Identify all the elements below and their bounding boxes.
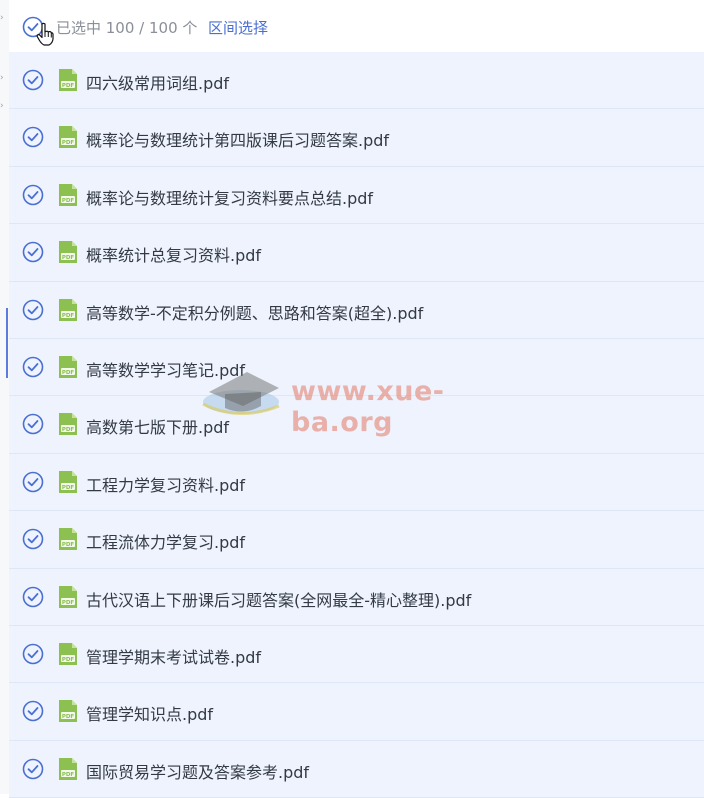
check-circle-icon: [22, 69, 44, 91]
file-row[interactable]: PDF 管理学期末考试试卷.pdf: [9, 625, 704, 684]
file-row[interactable]: PDF 工程力学复习资料.pdf: [9, 453, 704, 512]
file-name: 管理学期末考试试卷.pdf: [86, 647, 262, 667]
file-row[interactable]: PDF 古代汉语上下册课后习题答案(全网最全-精心整理).pdf: [9, 568, 704, 626]
pdf-file-icon: PDF: [59, 298, 77, 321]
check-circle-icon: [22, 586, 44, 607]
svg-text:PDF: PDF: [62, 255, 75, 261]
pdf-file-icon: PDF: [59, 528, 77, 551]
row-checkbox[interactable]: [22, 241, 44, 267]
svg-text:PDF: PDF: [62, 198, 75, 204]
file-name: 高数第七版下册.pdf: [86, 418, 230, 438]
row-checkbox[interactable]: [22, 184, 44, 210]
file-list: PDF 四六级常用词组.pdf PDF 概率论与数理统计第四版课后习题答案.pdf PD…: [9, 52, 704, 798]
file-row[interactable]: PDF 高等数学学习笔记.pdf: [9, 338, 704, 397]
check-circle-icon: [22, 758, 44, 779]
check-circle-icon: [22, 471, 44, 493]
file-row[interactable]: PDF 概率论与数理统计第四版课后习题答案.pdf: [9, 109, 704, 167]
pdf-file-icon: PDF: [59, 241, 77, 264]
file-name: 概率论与数理统计复习资料要点总结.pdf: [86, 188, 374, 208]
file-row[interactable]: PDF 四六级常用词组.pdf: [9, 52, 704, 110]
row-checkbox[interactable]: [22, 586, 44, 612]
svg-text:PDF: PDF: [62, 312, 75, 318]
svg-text:PDF: PDF: [62, 599, 75, 605]
file-row[interactable]: PDF 国际贸易学习题及答案参考.pdf: [9, 740, 704, 798]
svg-text:PDF: PDF: [62, 83, 75, 89]
pdf-file-icon: PDF: [59, 183, 77, 206]
file-name: 高等数学学习笔记.pdf: [86, 360, 246, 380]
pdf-file-icon: PDF: [59, 757, 77, 780]
row-checkbox[interactable]: [22, 299, 44, 325]
file-name: 概率论与数理统计第四版课后习题答案.pdf: [86, 131, 390, 151]
check-circle-icon: [22, 184, 44, 206]
file-row[interactable]: PDF 概率论与数理统计复习资料要点总结.pdf: [9, 166, 704, 225]
file-name: 管理学知识点.pdf: [86, 705, 214, 725]
pdf-file-icon: PDF: [59, 642, 77, 665]
edge-mark: ›: [0, 73, 4, 83]
check-circle-icon: [22, 299, 44, 320]
svg-text:PDF: PDF: [62, 485, 75, 491]
selection-header: 已选中 100 / 100 个 区间选择: [9, 0, 704, 53]
row-checkbox[interactable]: [22, 413, 44, 439]
row-checkbox[interactable]: [22, 700, 44, 726]
svg-text:PDF: PDF: [62, 542, 75, 548]
row-checkbox[interactable]: [22, 643, 44, 669]
pdf-file-icon: PDF: [59, 355, 77, 378]
file-row[interactable]: PDF 高数第七版下册.pdf: [9, 396, 704, 454]
file-name: 国际贸易学习题及答案参考.pdf: [86, 762, 310, 782]
check-circle-icon: [22, 414, 44, 435]
file-name: 四六级常用词组.pdf: [86, 74, 230, 93]
row-checkbox[interactable]: [22, 758, 44, 784]
svg-text:PDF: PDF: [62, 370, 75, 376]
row-checkbox[interactable]: [22, 528, 44, 554]
row-checkbox[interactable]: [22, 69, 44, 95]
file-selection-panel: 已选中 100 / 100 个 区间选择 PDF 四六级常用词组.pdf PDF 概率…: [9, 0, 704, 798]
row-checkbox[interactable]: [22, 471, 44, 497]
check-circle-icon: [22, 643, 44, 665]
file-row[interactable]: PDF 概率统计总复习资料.pdf: [9, 224, 704, 282]
selection-count: 已选中 100 / 100 个: [56, 19, 198, 37]
file-row[interactable]: PDF 工程流体力学复习.pdf: [9, 511, 704, 569]
check-circle-icon: [22, 356, 44, 378]
svg-text:PDF: PDF: [62, 771, 75, 777]
hand-cursor-icon: [36, 22, 54, 46]
pdf-file-icon: PDF: [59, 126, 77, 149]
file-name: 工程力学复习资料.pdf: [86, 475, 246, 495]
check-circle-icon: [22, 127, 44, 148]
file-name: 古代汉语上下册课后习题答案(全网最全-精心整理).pdf: [86, 590, 472, 610]
row-checkbox[interactable]: [22, 356, 44, 382]
row-checkbox[interactable]: [22, 126, 44, 152]
check-circle-icon: [22, 700, 44, 722]
svg-text:PDF: PDF: [62, 714, 75, 720]
file-name: 概率统计总复习资料.pdf: [86, 246, 262, 266]
check-circle-icon: [22, 241, 44, 263]
edge-accent: [6, 308, 8, 378]
svg-text:PDF: PDF: [62, 657, 75, 663]
file-row[interactable]: PDF 高等数学-不定积分例题、思路和答案(超全).pdf: [9, 281, 704, 339]
pdf-file-icon: PDF: [59, 413, 77, 436]
pdf-file-icon: PDF: [59, 470, 77, 493]
pdf-file-icon: PDF: [59, 69, 77, 91]
pdf-file-icon: PDF: [59, 585, 77, 608]
file-name: 工程流体力学复习.pdf: [86, 533, 246, 553]
file-name: 高等数学-不定积分例题、思路和答案(超全).pdf: [86, 303, 424, 323]
range-select-link[interactable]: 区间选择: [208, 17, 268, 38]
svg-text:PDF: PDF: [62, 140, 75, 146]
pdf-file-icon: PDF: [59, 700, 77, 723]
svg-text:PDF: PDF: [62, 427, 75, 433]
edge-mark: ›: [0, 13, 4, 23]
file-row[interactable]: PDF 管理学知识点.pdf: [9, 683, 704, 741]
check-circle-icon: [22, 528, 44, 550]
edge-mark: ›: [0, 101, 4, 111]
